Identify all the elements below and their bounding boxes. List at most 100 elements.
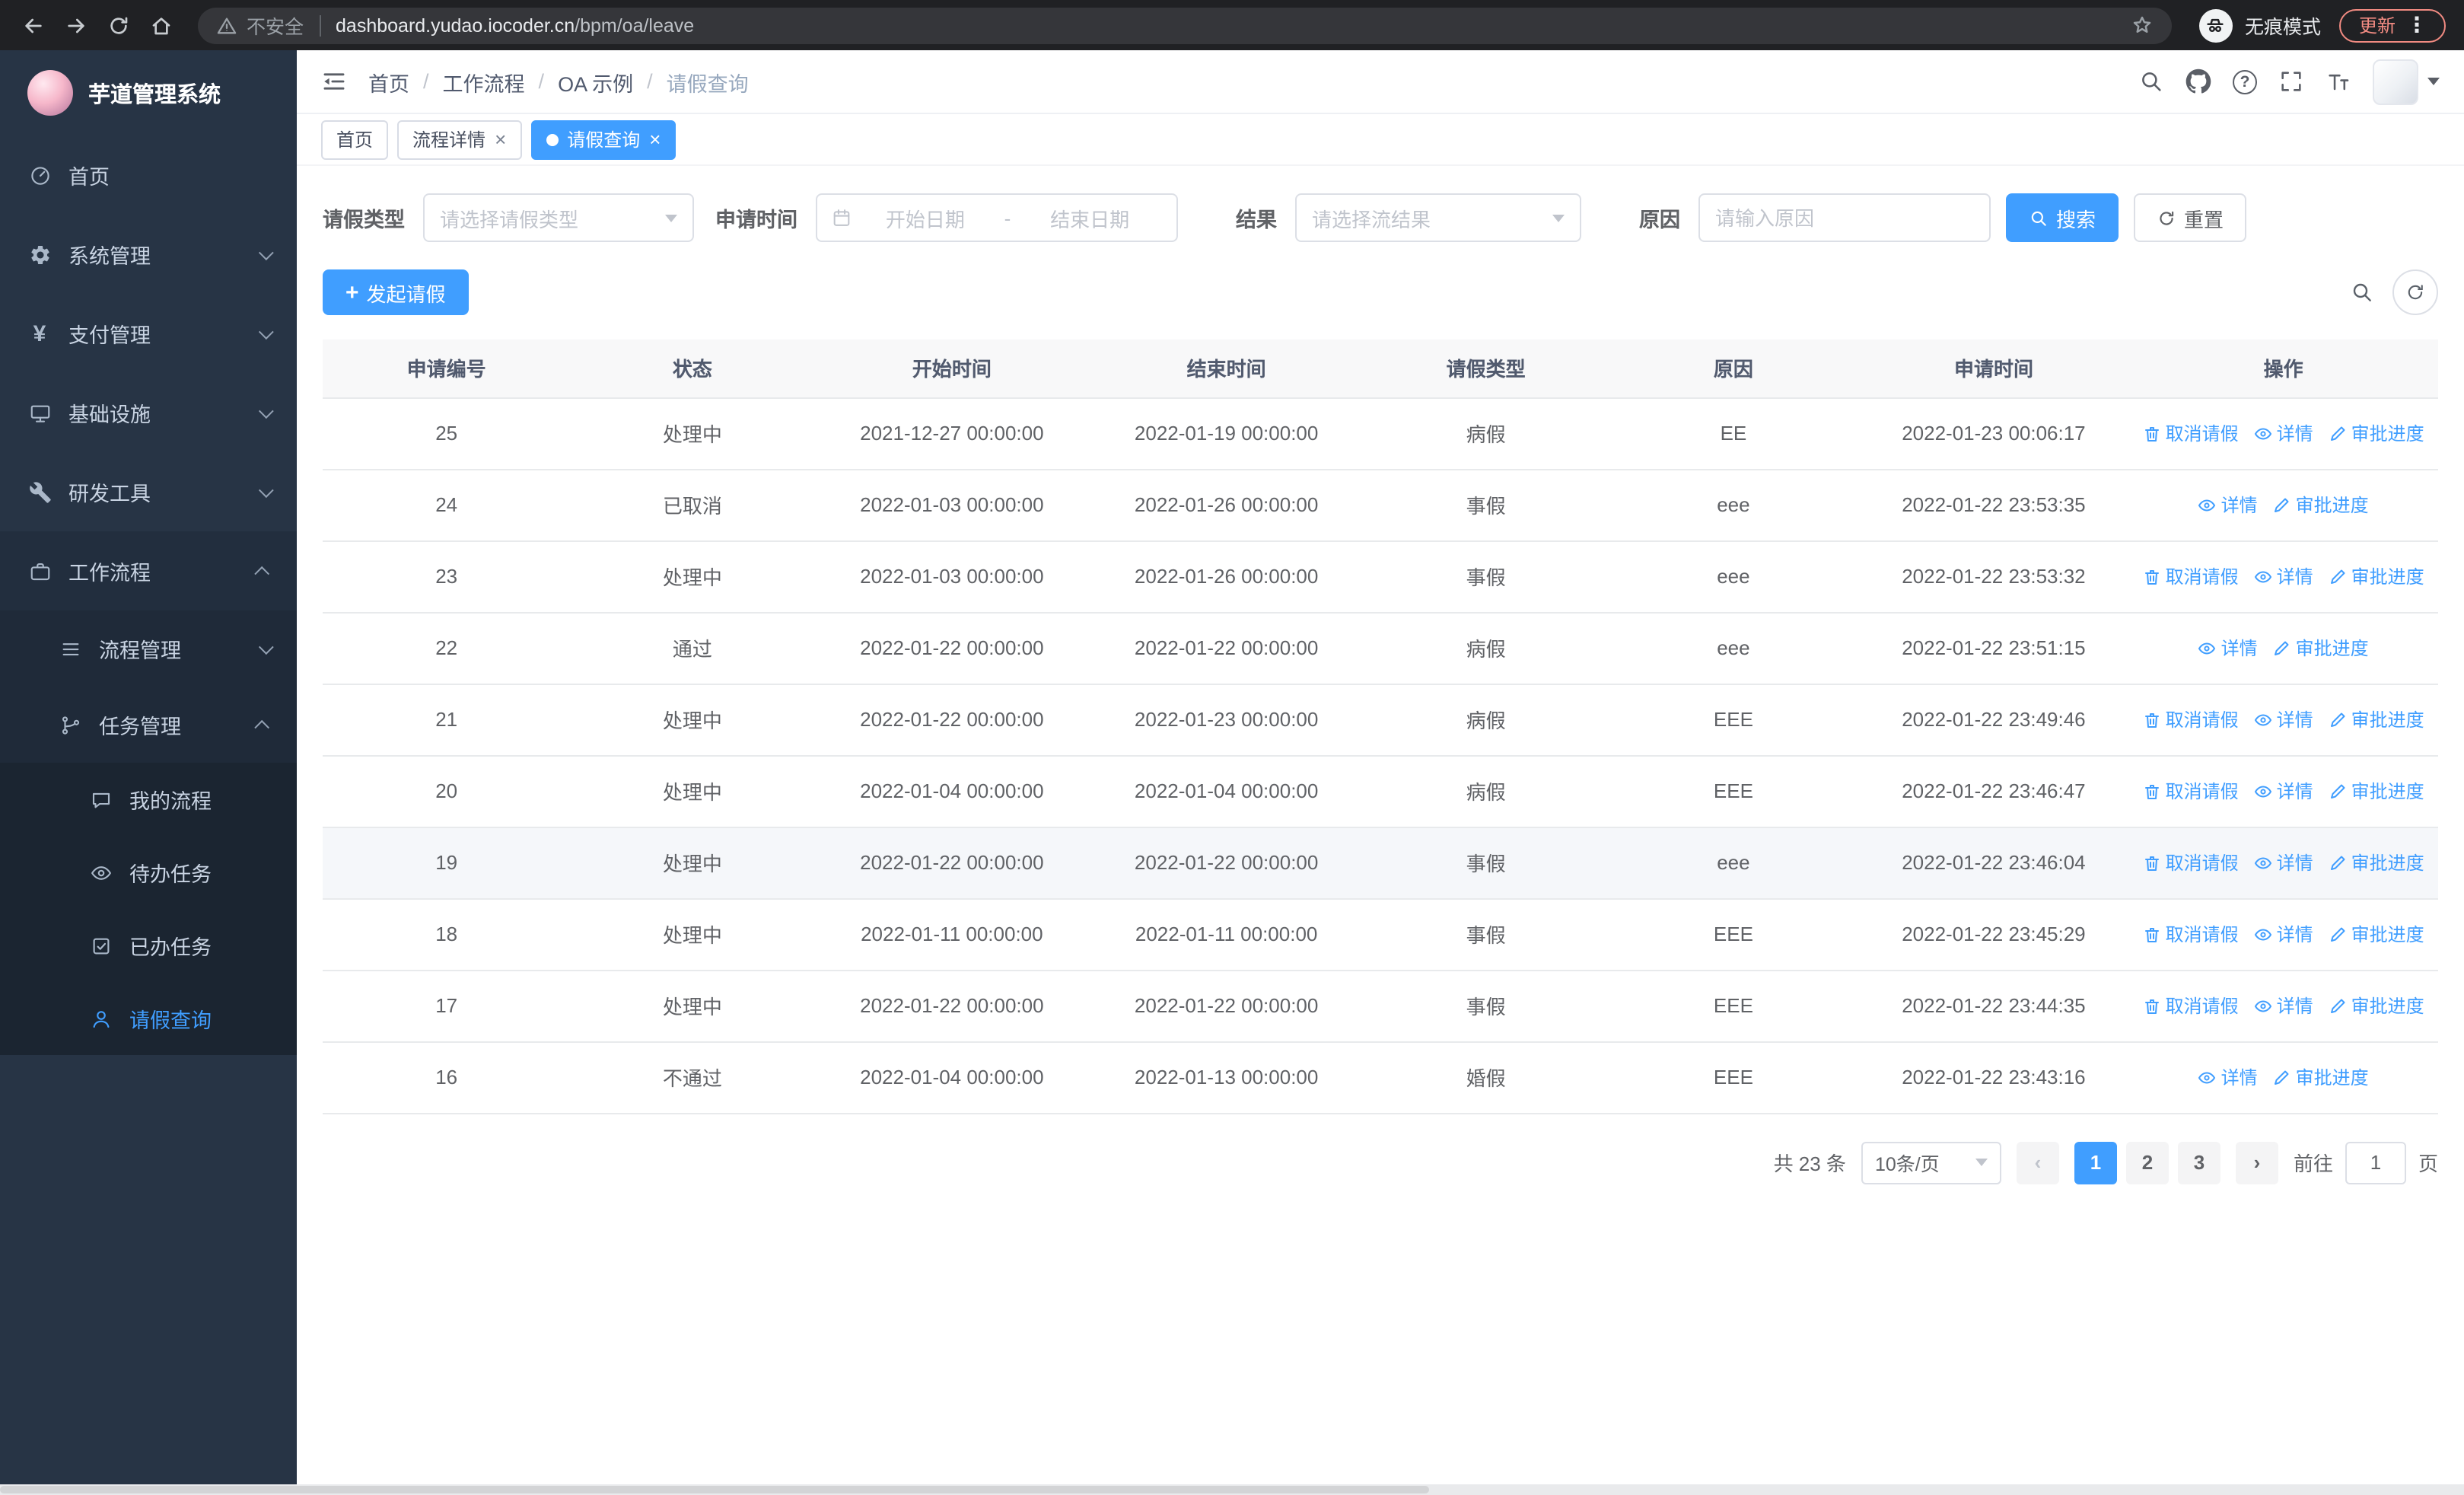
detail-link[interactable]: 详情 <box>2198 492 2258 518</box>
leave-table: 申请编号 状态 开始时间 结束时间 请假类型 原因 申请时间 操作 25 处理中 2021-12-… <box>323 339 2438 1114</box>
security-label: 不安全 <box>247 17 304 38</box>
fullscreen-icon[interactable] <box>2278 69 2304 94</box>
sidebar-item-leave-query[interactable]: 请假查询 <box>0 982 297 1055</box>
approval-progress-link[interactable]: 审批进度 <box>2273 492 2369 518</box>
table-row: 23 处理中 2022-01-03 00:00:00 2022-01-26 00:00… <box>323 540 2438 613</box>
approval-progress-link[interactable]: 审批进度 <box>2329 993 2424 1018</box>
detail-link[interactable]: 详情 <box>2254 420 2313 446</box>
apply-time-cell: 2022-01-22 23:53:32 <box>1858 540 2129 613</box>
browser-reload-icon[interactable] <box>97 4 140 46</box>
sidebar-item-done-tasks[interactable]: 已办任务 <box>0 909 297 982</box>
edit-icon <box>2330 712 2345 727</box>
sidebar-item-payment[interactable]: ¥ 支付管理 <box>0 294 297 373</box>
pagination: 共 23 条 10条/页 ‹ 123 › 前往 页 <box>323 1141 2438 1184</box>
sidebar-fold-icon[interactable] <box>321 69 347 94</box>
result-select[interactable]: 请选择流结果 <box>1295 193 1581 242</box>
sidebar-item-workflow[interactable]: 工作流程 <box>0 531 297 610</box>
tab-home[interactable]: 首页 <box>321 120 389 159</box>
application-no-cell: 21 <box>323 684 571 756</box>
browser-home-icon[interactable] <box>140 4 183 46</box>
sidebar-item-devtools[interactable]: 研发工具 <box>0 452 297 531</box>
sidebar-item-home[interactable]: 首页 <box>0 135 297 215</box>
approval-progress-link[interactable]: 审批进度 <box>2329 420 2424 446</box>
reason-cell: eee <box>1608 612 1859 684</box>
approval-progress-link[interactable]: 审批进度 <box>2273 635 2369 661</box>
eye-icon <box>2254 999 2271 1012</box>
reset-button[interactable]: 重置 <box>2134 193 2247 242</box>
browser-menu-icon[interactable]: ⋮ <box>2396 12 2438 38</box>
help-icon[interactable]: ? <box>2233 69 2257 94</box>
cancel-leave-link[interactable]: 取消请假 <box>2143 921 2239 947</box>
sidebar-item-process-mgmt[interactable]: 流程管理 <box>0 610 297 687</box>
cancel-leave-link[interactable]: 取消请假 <box>2143 778 2239 804</box>
cancel-leave-link[interactable]: 取消请假 <box>2143 563 2239 589</box>
horizontal-scrollbar[interactable] <box>0 1484 2464 1495</box>
goto-page: 前往 页 <box>2294 1141 2438 1184</box>
browser-update-button[interactable]: 更新 ⋮ <box>2338 8 2446 42</box>
breadcrumb-home[interactable]: 首页 <box>368 66 409 97</box>
search-form: 请假类型 请选择请假类型 申请时间 开始日期 - 结束日期 结果 请选择流结果 <box>323 193 2438 242</box>
page-button-3[interactable]: 3 <box>2177 1141 2220 1184</box>
detail-link[interactable]: 详情 <box>2198 1064 2258 1090</box>
tab-process-detail[interactable]: 流程详情 × <box>397 120 522 159</box>
cancel-leave-link[interactable]: 取消请假 <box>2143 420 2239 446</box>
start-time-cell: 2021-12-27 00:00:00 <box>814 397 1090 470</box>
browser-forward-icon[interactable] <box>55 4 97 46</box>
apply-time-range-picker[interactable]: 开始日期 - 结束日期 <box>816 193 1178 242</box>
github-icon[interactable] <box>2185 69 2211 94</box>
reason-input[interactable] <box>1698 193 1991 242</box>
detail-link[interactable]: 详情 <box>2254 706 2313 732</box>
detail-link[interactable]: 详情 <box>2254 850 2313 875</box>
toggle-search-icon[interactable] <box>2350 280 2374 304</box>
close-icon[interactable]: × <box>649 129 661 149</box>
cancel-leave-link[interactable]: 取消请假 <box>2143 850 2239 875</box>
bookmark-star-icon[interactable] <box>2131 14 2154 37</box>
sidebar-item-my-process[interactable]: 我的流程 <box>0 763 297 836</box>
font-size-icon[interactable] <box>2326 69 2351 94</box>
search-button[interactable]: 搜索 <box>2006 193 2119 242</box>
scrollbar-thumb[interactable] <box>0 1486 1430 1493</box>
next-page-button[interactable]: › <box>2235 1141 2278 1184</box>
detail-link[interactable]: 详情 <box>2254 921 2313 947</box>
detail-link[interactable]: 详情 <box>2198 635 2258 661</box>
chevron-down-icon <box>665 214 677 222</box>
page-size-select[interactable]: 10条/页 <box>1861 1141 2001 1184</box>
site-security-chip[interactable]: 不安全 <box>216 11 304 40</box>
sidebar-item-task-mgmt[interactable]: 任务管理 <box>0 687 297 763</box>
leave-type-select[interactable]: 请选择请假类型 <box>423 193 694 242</box>
refresh-table-icon[interactable] <box>2392 269 2438 315</box>
sidebar-item-infrastructure[interactable]: 基础设施 <box>0 373 297 452</box>
edit-icon <box>2330 855 2345 870</box>
eye-icon <box>2198 642 2216 654</box>
sidebar-item-todo-tasks[interactable]: 待办任务 <box>0 836 297 909</box>
approval-progress-link[interactable]: 审批进度 <box>2329 778 2424 804</box>
reason-cell: EEE <box>1608 755 1859 827</box>
app-logo[interactable]: 芋道管理系统 <box>0 50 297 135</box>
application-no-cell: 17 <box>323 970 571 1042</box>
prev-page-button[interactable]: ‹ <box>2016 1141 2059 1184</box>
approval-progress-link[interactable]: 审批进度 <box>2329 563 2424 589</box>
goto-page-input[interactable] <box>2345 1141 2406 1184</box>
logo-avatar <box>27 70 73 116</box>
search-icon[interactable] <box>2138 69 2164 94</box>
approval-progress-link[interactable]: 审批进度 <box>2329 706 2424 732</box>
cancel-leave-link[interactable]: 取消请假 <box>2143 706 2239 732</box>
detail-link[interactable]: 详情 <box>2254 563 2313 589</box>
close-icon[interactable]: × <box>495 129 506 149</box>
cancel-leave-link[interactable]: 取消请假 <box>2143 993 2239 1018</box>
page-button-2[interactable]: 2 <box>2125 1141 2169 1184</box>
detail-link[interactable]: 详情 <box>2254 993 2313 1018</box>
approval-progress-link[interactable]: 审批进度 <box>2273 1064 2369 1090</box>
detail-link[interactable]: 详情 <box>2254 778 2313 804</box>
user-menu[interactable] <box>2373 59 2440 104</box>
chevron-down-icon <box>1975 1159 1988 1166</box>
browser-back-icon[interactable] <box>12 4 55 46</box>
page-button-1[interactable]: 1 <box>2074 1141 2117 1184</box>
approval-progress-link[interactable]: 审批进度 <box>2329 921 2424 947</box>
create-leave-button[interactable]: + 发起请假 <box>323 269 469 315</box>
address-bar[interactable]: 不安全 dashboard.yudao.iocoder.cn/bpm/oa/le… <box>198 7 2172 43</box>
apply-time-cell: 2022-01-22 23:53:35 <box>1858 469 2129 541</box>
approval-progress-link[interactable]: 审批进度 <box>2329 850 2424 875</box>
sidebar-item-system[interactable]: 系统管理 <box>0 215 297 294</box>
tab-leave-query[interactable]: 请假查询 × <box>530 120 676 159</box>
